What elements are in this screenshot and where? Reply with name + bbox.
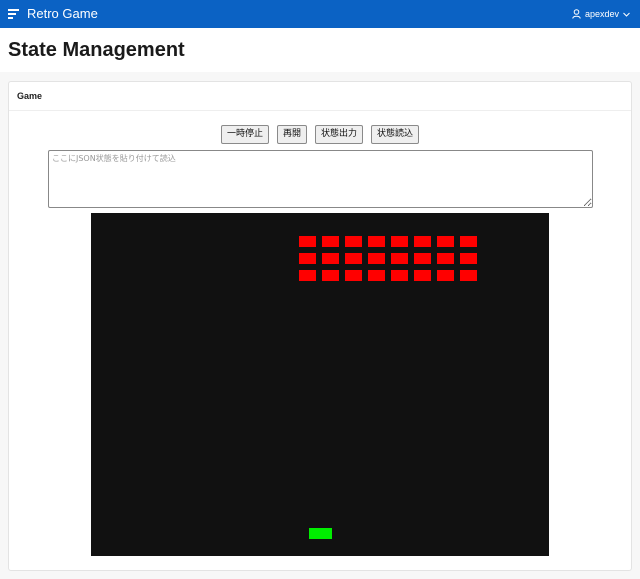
page-title: State Management xyxy=(8,39,185,61)
brick xyxy=(391,253,408,264)
brick xyxy=(437,253,454,264)
user-icon xyxy=(572,9,581,19)
brick xyxy=(460,236,477,247)
resume-button[interactable]: 再開 xyxy=(276,125,307,144)
control-buttons: 一時停止 再開 状態出力 状態読込 xyxy=(0,125,640,144)
username: apexdev xyxy=(584,9,619,19)
pause-button[interactable]: 一時停止 xyxy=(220,125,269,144)
brick xyxy=(460,270,477,281)
brick xyxy=(299,253,316,264)
brick xyxy=(391,270,408,281)
app-title[interactable]: Retro Game xyxy=(27,6,98,22)
brick xyxy=(460,253,477,264)
brick xyxy=(368,253,385,264)
brick xyxy=(299,270,316,281)
brick xyxy=(437,236,454,247)
export-state-button[interactable]: 状態出力 xyxy=(315,125,364,144)
brick xyxy=(414,270,431,281)
paddle xyxy=(309,528,332,539)
top-navigation-bar: Retro Game apexdev xyxy=(0,0,640,28)
brick xyxy=(368,236,385,247)
brick xyxy=(414,253,431,264)
region-header: Game xyxy=(9,82,631,111)
page-title-bar: State Management xyxy=(0,28,640,72)
user-menu[interactable]: apexdev xyxy=(572,7,630,21)
brick xyxy=(322,236,339,247)
brick xyxy=(322,270,339,281)
brick xyxy=(299,236,316,247)
brick xyxy=(437,270,454,281)
import-state-button[interactable]: 状態読込 xyxy=(371,125,420,144)
region-title: Game xyxy=(17,91,43,101)
state-json-input[interactable] xyxy=(48,150,593,208)
chevron-down-icon xyxy=(623,12,630,17)
hamburger-menu-icon[interactable] xyxy=(8,9,19,19)
brick xyxy=(368,270,385,281)
brick xyxy=(391,236,408,247)
brick xyxy=(345,236,362,247)
brick xyxy=(345,270,362,281)
brick xyxy=(414,236,431,247)
brick xyxy=(345,253,362,264)
game-canvas[interactable] xyxy=(91,213,549,556)
brick xyxy=(322,253,339,264)
